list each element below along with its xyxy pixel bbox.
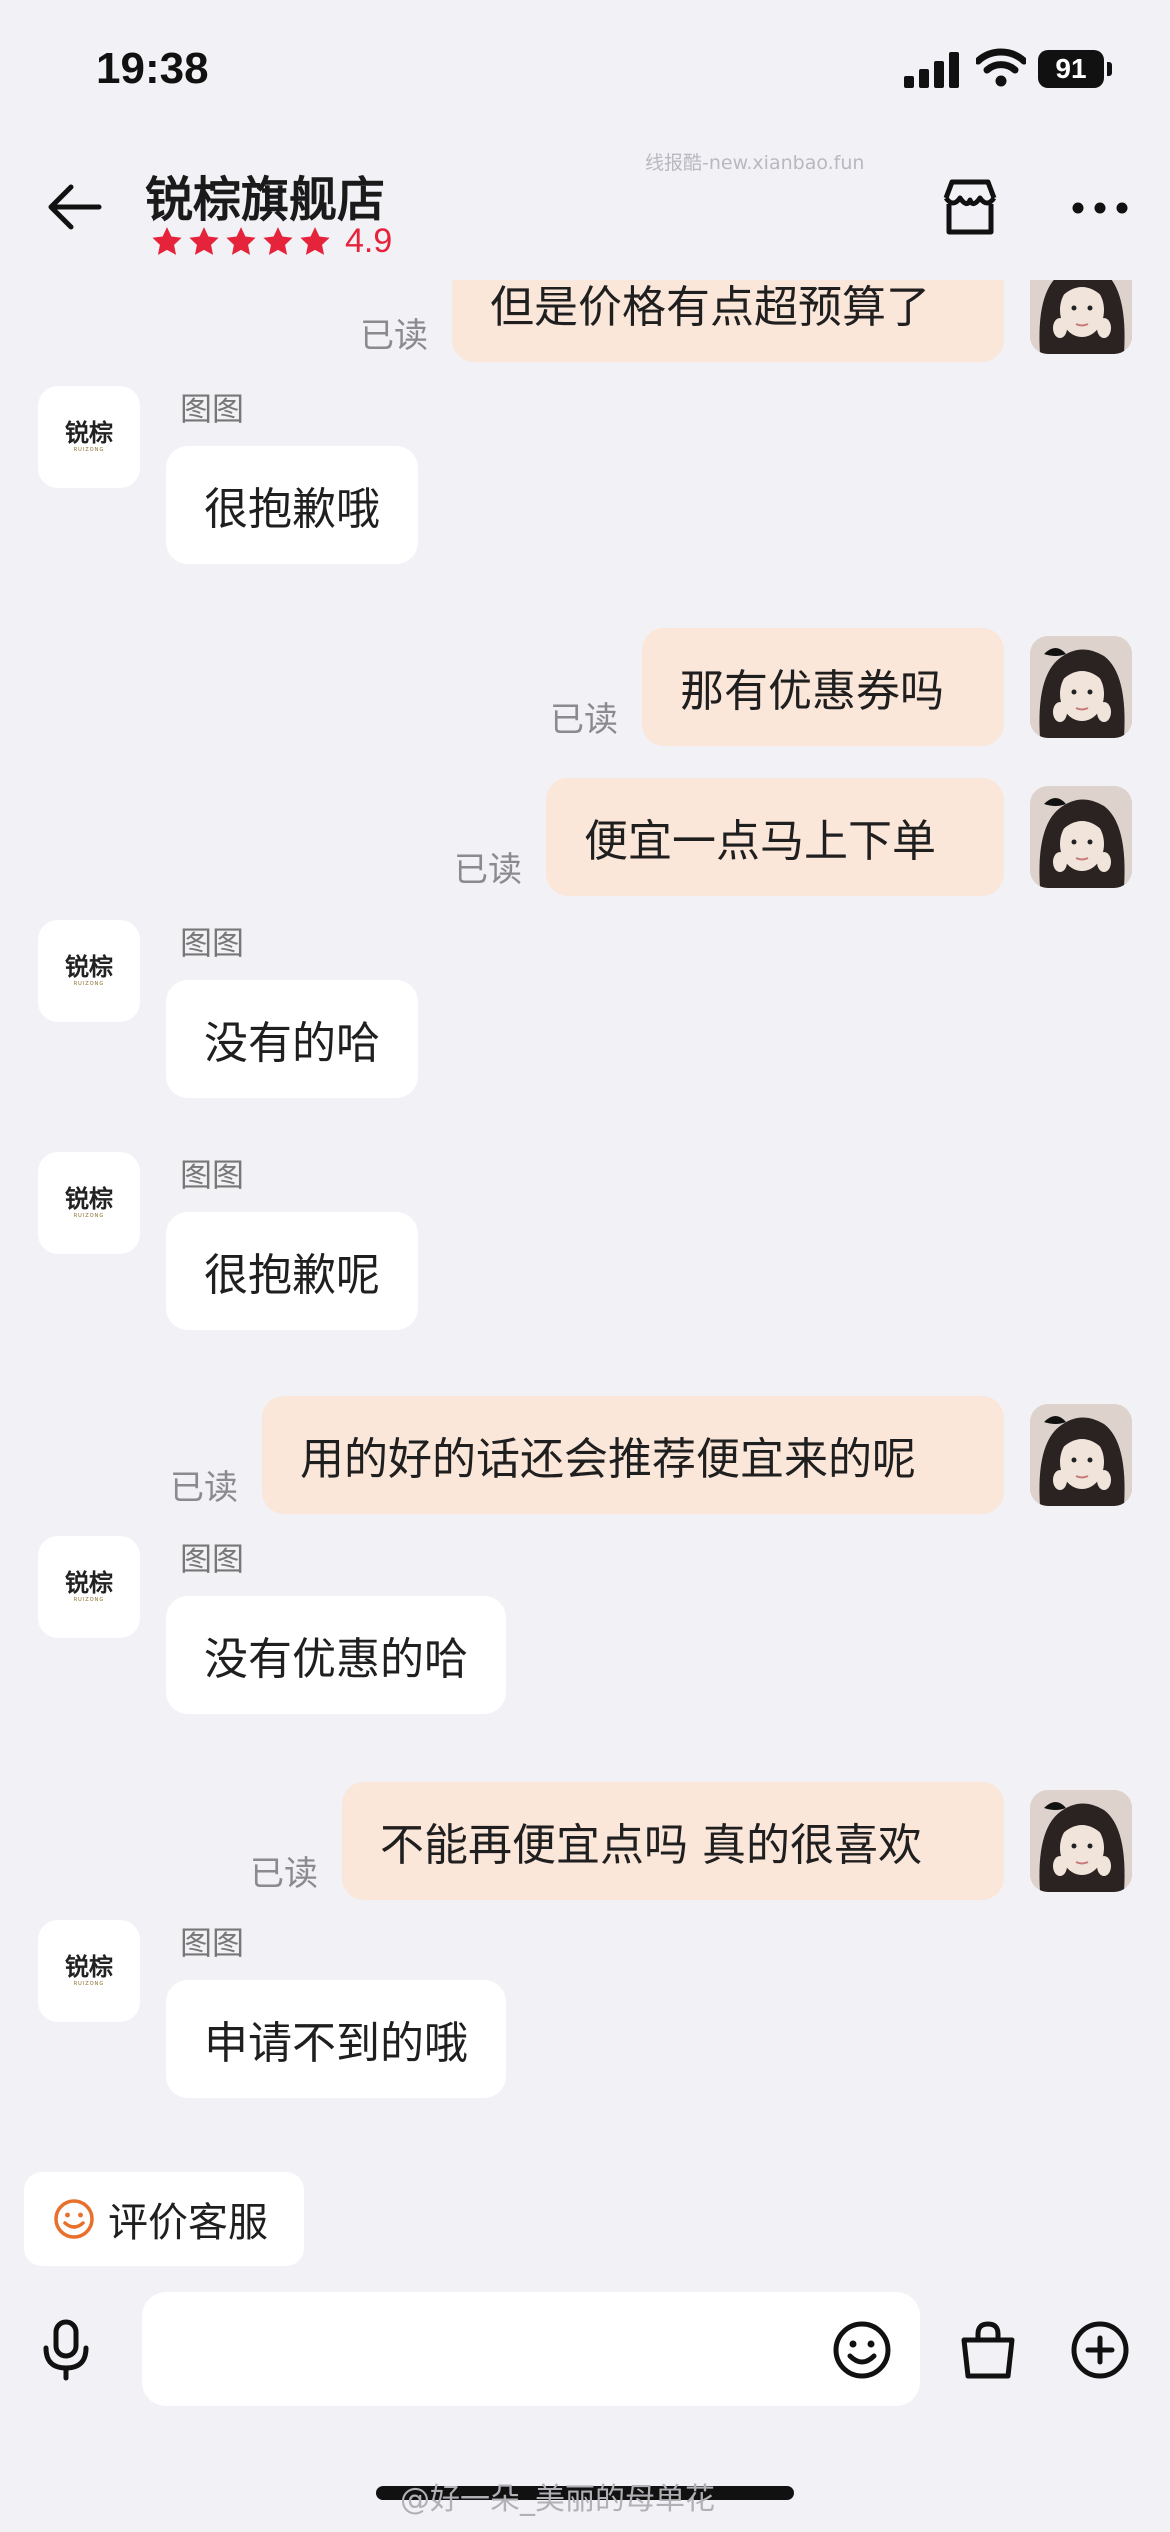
sender-name: 图图: [180, 1156, 245, 1194]
read-status: 已读: [170, 1468, 238, 1508]
store-avatar[interactable]: 锐棕 RUIZONG: [38, 1920, 140, 2022]
store-rating: 4.9: [150, 222, 392, 261]
store-logo-subtext: RUIZONG: [73, 1213, 105, 1219]
input-bar: [0, 2280, 1170, 2420]
smiley-icon: [54, 2199, 94, 2239]
shop-button[interactable]: [936, 174, 1004, 242]
storefront-icon: [943, 179, 997, 235]
store-logo-text: 锐棕: [65, 953, 113, 981]
chat-header: 锐棕旗舰店 4.9 线报酷-new.xianbao.fun: [0, 140, 1170, 280]
user-avatar[interactable]: [1030, 786, 1132, 888]
shopping-bag-icon: [961, 2321, 1015, 2379]
star-icon: [263, 226, 293, 255]
store-avatar[interactable]: 锐棕 RUIZONG: [38, 920, 140, 1022]
sent-message-bubble[interactable]: 那有优惠券吗: [642, 628, 1004, 746]
user-avatar[interactable]: [1030, 1790, 1132, 1892]
sent-message-bubble[interactable]: 用的好的话还会推荐便宜来的呢: [262, 1396, 1004, 1514]
microphone-icon: [43, 2319, 89, 2381]
store-logo-subtext: RUIZONG: [73, 981, 105, 987]
sender-name: 图图: [180, 1540, 245, 1578]
more-actions-button[interactable]: [1064, 2314, 1136, 2386]
sender-name: 图图: [180, 390, 245, 428]
store-avatar[interactable]: 锐棕 RUIZONG: [38, 386, 140, 488]
star-icon: [300, 226, 330, 255]
product-button[interactable]: [952, 2314, 1024, 2386]
star-icon: [189, 226, 219, 255]
back-button[interactable]: [40, 172, 110, 242]
store-logo-text: 锐棕: [65, 419, 113, 447]
received-message-bubble[interactable]: 很抱歉哦: [166, 446, 418, 564]
store-avatar[interactable]: 锐棕 RUIZONG: [38, 1536, 140, 1638]
chat-message-list[interactable]: 但是价格有点超预算了 已读 锐棕 RUIZONG 图图 很抱歉哦 那有优惠券吗 已读 便宜一点马…: [0, 0, 1170, 2532]
store-logo-text: 锐棕: [65, 1569, 113, 1597]
rating-value: 4.9: [345, 222, 393, 260]
store-name[interactable]: 锐棕旗舰店: [145, 160, 385, 230]
voice-input-button[interactable]: [30, 2314, 102, 2386]
store-logo-text: 锐棕: [65, 1953, 113, 1981]
read-status: 已读: [360, 316, 428, 356]
more-options-button[interactable]: [1066, 174, 1134, 242]
store-logo-subtext: RUIZONG: [73, 1597, 105, 1603]
sent-message-bubble[interactable]: 便宜一点马上下单: [546, 778, 1004, 896]
store-avatar[interactable]: 锐棕 RUIZONG: [38, 1152, 140, 1254]
footer-watermark: @好一朵_美丽的母单花: [400, 2482, 715, 2517]
sender-name: 图图: [180, 1924, 245, 1962]
received-message-bubble[interactable]: 没有优惠的哈: [166, 1596, 506, 1714]
received-message-bubble[interactable]: 很抱歉呢: [166, 1212, 418, 1330]
rate-service-label: 评价客服: [108, 2200, 268, 2246]
user-avatar[interactable]: [1030, 636, 1132, 738]
message-input[interactable]: [142, 2292, 920, 2406]
more-dots-icon: [1072, 202, 1128, 214]
read-status: 已读: [250, 1854, 318, 1894]
store-logo-text: 锐棕: [65, 1185, 113, 1213]
emoji-button[interactable]: [826, 2314, 898, 2386]
rate-service-button[interactable]: 评价客服: [24, 2172, 304, 2266]
read-status: 已读: [550, 700, 618, 740]
plus-circle-icon: [1071, 2321, 1129, 2379]
read-status: 已读: [454, 850, 522, 890]
store-logo-subtext: RUIZONG: [73, 447, 105, 453]
sent-message-bubble[interactable]: 不能再便宜点吗 真的很喜欢: [342, 1782, 1004, 1900]
store-logo-subtext: RUIZONG: [73, 1981, 105, 1987]
received-message-bubble[interactable]: 没有的哈: [166, 980, 418, 1098]
emoji-icon: [833, 2321, 891, 2379]
star-icon: [152, 226, 182, 255]
star-icon: [226, 226, 256, 255]
back-arrow-icon: [48, 184, 102, 230]
received-message-bubble[interactable]: 申请不到的哦: [166, 1980, 506, 2098]
watermark-text: 线报酷-new.xianbao.fun: [645, 152, 865, 174]
user-avatar[interactable]: [1030, 1404, 1132, 1506]
sender-name: 图图: [180, 924, 245, 962]
